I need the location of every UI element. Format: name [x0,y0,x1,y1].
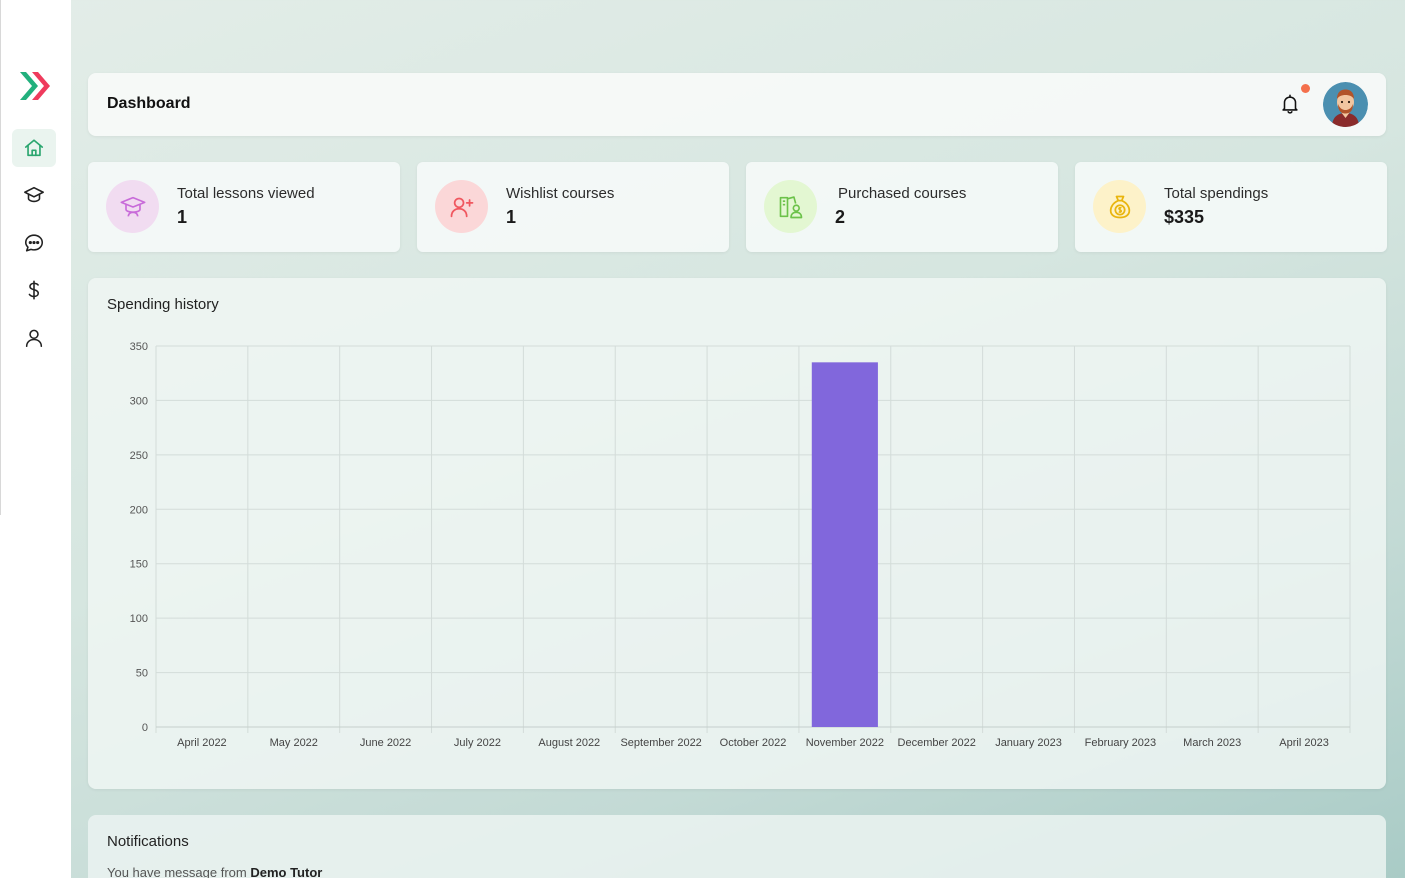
page-title: Dashboard [107,95,191,112]
notification-badge [1301,84,1310,93]
stat-icon-bg [1093,180,1146,233]
stat-value: 1 [177,207,188,227]
notification-bell-icon[interactable] [1279,93,1301,115]
graduation-cap-icon [24,186,44,203]
stat-icon-bg [764,180,817,233]
x-tick-label: June 2022 [360,737,411,749]
y-tick-label: 250 [130,450,148,462]
y-tick-label: 0 [142,722,148,734]
y-tick-label: 100 [130,613,148,625]
dollar-icon [28,280,39,300]
x-tick-label: February 2023 [1085,737,1157,749]
stat-label: Wishlist courses [506,185,615,202]
chat-icon [24,234,44,252]
notification-prefix: You have message from [107,865,247,878]
y-tick-label: 150 [130,559,148,571]
notifications-card: Notifications You have message from Demo… [88,815,1386,878]
x-tick-label: May 2022 [270,737,318,749]
notification-sender[interactable]: Demo Tutor [250,865,322,878]
x-tick-label: September 2022 [620,737,701,749]
sidebar [0,0,71,878]
x-tick-label: November 2022 [806,737,884,749]
y-tick-label: 50 [136,668,148,680]
top-header: Dashboard [88,73,1386,136]
spending-chart: 0 50 100 150 200 250 300 350 April 2022 May 2022 J… [130,341,1351,749]
sidebar-item-payments[interactable] [12,271,56,309]
x-tick-label: December 2022 [898,737,976,749]
stat-card-lessons: Total lessons viewed 1 [88,162,400,252]
stat-card-spendings: Total spendings $335 [1075,162,1387,252]
y-tick-label: 200 [130,504,148,516]
user-icon [25,329,43,348]
stat-label: Total spendings [1164,185,1269,202]
x-tick-label: January 2023 [995,737,1062,749]
x-tick-label: August 2022 [538,737,600,749]
notification-message[interactable]: You have message from Demo Tutor [107,865,322,878]
y-tick-label: 300 [130,395,148,407]
home-icon [24,139,44,157]
logo-icon[interactable] [18,70,54,102]
graduation-cap-icon [120,196,145,216]
x-tick-label: July 2022 [454,737,501,749]
stat-value: 1 [506,207,517,227]
x-tick-label: April 2023 [1279,737,1329,749]
x-tick-label: March 2023 [1183,737,1241,749]
y-tick-label: 350 [130,341,148,353]
avatar[interactable] [1323,82,1368,127]
stat-label: Total lessons viewed [177,185,315,202]
sidebar-item-profile[interactable] [12,319,56,357]
x-tick-label: October 2022 [720,737,787,749]
stat-value: $335 [1164,207,1205,227]
sidebar-item-messages[interactable] [12,224,56,262]
notifications-title: Notifications [107,833,189,850]
spending-history-card: Spending history 0 50 100 150 200 250 300 350 Ap… [88,278,1386,789]
stat-icon-bg [106,180,159,233]
money-bag-icon [1109,195,1130,218]
stat-icon-bg [435,180,488,233]
stat-card-purchased: Purchased courses 2 [746,162,1058,252]
sidebar-item-home[interactable] [12,129,56,167]
bar [811,362,878,727]
book-user-icon [779,195,802,218]
stat-card-wishlist: Wishlist courses 1 [417,162,729,252]
stat-value: 2 [835,207,846,227]
stat-label: Purchased courses [838,185,967,202]
user-plus-icon [450,197,473,217]
sidebar-item-courses[interactable] [12,176,56,214]
x-tick-label: April 2022 [177,737,227,749]
